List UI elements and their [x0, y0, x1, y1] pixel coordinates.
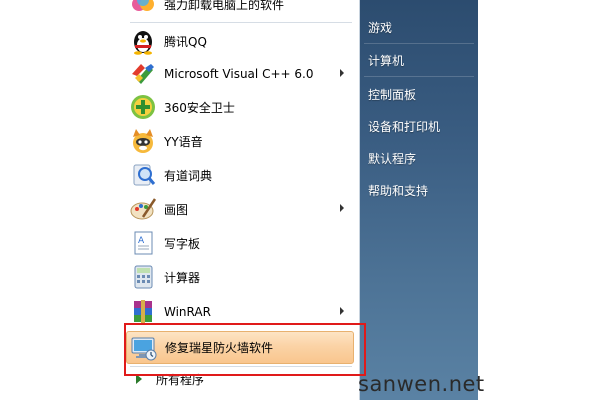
- winrar-icon: [129, 298, 157, 326]
- program-youdao-dict[interactable]: 有道词典: [126, 159, 354, 191]
- system-links-pane: 游戏 计算机 控制面板 设备和打印机 默认程序 帮助和支持: [360, 0, 478, 400]
- separator: [364, 43, 474, 44]
- program-label: 360安全卫士: [164, 100, 235, 115]
- program-label: WinRAR: [164, 305, 211, 319]
- program-360-guard[interactable]: 360安全卫士: [126, 91, 354, 123]
- link-label: 计算机: [368, 53, 405, 68]
- program-wordpad[interactable]: A 写字板: [126, 227, 354, 259]
- annotation-highlight-box: [124, 323, 366, 376]
- yy-voice-icon: [129, 127, 157, 155]
- link-help-support[interactable]: 帮助和支持: [368, 179, 472, 201]
- link-computer[interactable]: 计算机: [368, 49, 472, 71]
- program-label: 计算器: [164, 270, 201, 285]
- program-visual-cpp[interactable]: Microsoft Visual C++ 6.0: [126, 58, 354, 90]
- link-label: 帮助和支持: [368, 183, 429, 198]
- link-default-programs[interactable]: 默认程序: [368, 147, 472, 169]
- separator: [364, 76, 474, 77]
- program-label: YY语音: [164, 134, 203, 149]
- submenu-arrow-icon: [340, 204, 344, 212]
- program-label: 强力卸载电脑上的软件: [164, 0, 285, 12]
- program-label: Microsoft Visual C++ 6.0: [164, 67, 314, 81]
- uninstall-icon: [129, 0, 157, 18]
- separator: [130, 22, 352, 23]
- program-paint[interactable]: 画图: [126, 193, 354, 225]
- program-label: 写字板: [164, 236, 201, 251]
- link-label: 游戏: [368, 20, 393, 35]
- link-label: 设备和打印机: [368, 119, 441, 134]
- link-label: 默认程序: [368, 151, 417, 166]
- program-uninstaller[interactable]: 强力卸载电脑上的软件: [126, 0, 354, 20]
- link-devices-printers[interactable]: 设备和打印机: [368, 115, 472, 137]
- program-label: 画图: [164, 202, 189, 217]
- program-yy-voice[interactable]: YY语音: [126, 125, 354, 157]
- youdao-dict-icon: [129, 161, 157, 189]
- submenu-arrow-icon: [340, 307, 344, 315]
- calculator-icon: [129, 263, 157, 291]
- watermark: sanwen.net: [358, 372, 485, 396]
- program-qq[interactable]: 腾讯QQ: [126, 25, 354, 57]
- link-label: 控制面板: [368, 87, 417, 102]
- program-calculator[interactable]: 计算器: [126, 261, 354, 293]
- 360-guard-icon: [129, 93, 157, 121]
- wordpad-icon: A: [129, 229, 157, 257]
- program-label: 有道词典: [164, 168, 213, 183]
- svg-text:A: A: [138, 236, 145, 246]
- visual-cpp-icon: [129, 60, 157, 88]
- program-label: 腾讯QQ: [164, 34, 207, 49]
- link-games[interactable]: 游戏: [368, 16, 472, 38]
- paint-icon: [129, 195, 157, 223]
- submenu-arrow-icon: [340, 69, 344, 77]
- qq-penguin-icon: [129, 27, 157, 55]
- link-control-panel[interactable]: 控制面板: [368, 83, 472, 105]
